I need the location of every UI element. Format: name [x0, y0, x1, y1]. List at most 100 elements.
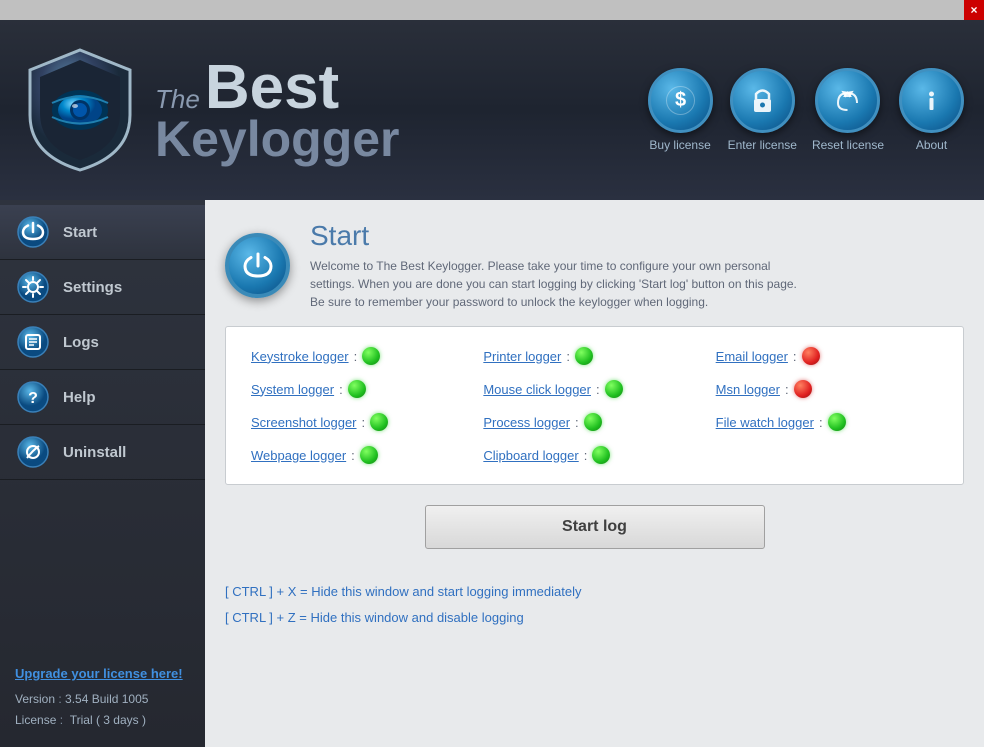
page-title-section: Start Welcome to The Best Keylogger. Ple…: [310, 220, 810, 311]
logger-rows: Keystroke logger : Printer logger : Emai…: [251, 347, 938, 464]
content-area: Start Welcome to The Best Keylogger. Ple…: [205, 200, 984, 747]
settings-nav-icon: [15, 269, 51, 305]
logs-nav-label: Logs: [63, 334, 99, 351]
shortcut-ctrl-x: [ CTRL ] + X = Hide this window and star…: [225, 579, 964, 605]
webpage-logger-link[interactable]: Webpage logger: [251, 448, 346, 463]
logs-nav-icon: [15, 324, 51, 360]
logs-icon: [17, 326, 49, 358]
version-info: Version : 3.54 Build 1005 License : Tria…: [15, 689, 190, 732]
settings-nav-label: Settings: [63, 279, 122, 296]
svg-text:?: ?: [28, 390, 38, 407]
buy-license-button[interactable]: $: [648, 68, 713, 133]
license-value: Trial ( 3 days ): [70, 713, 146, 727]
power-icon: [17, 216, 49, 248]
email-status: [802, 347, 820, 365]
uninstall-icon: [17, 436, 49, 468]
filewatch-logger-link[interactable]: File watch logger: [716, 415, 814, 430]
version-value: 3.54 Build 1005: [65, 692, 148, 706]
help-icon: ?: [17, 381, 49, 413]
printer-logger-link[interactable]: Printer logger: [483, 349, 561, 364]
reset-license-group: Reset license: [812, 68, 884, 152]
system-logger-link[interactable]: System logger: [251, 382, 334, 397]
system-status: [348, 380, 366, 398]
buy-license-label: Buy license: [649, 138, 710, 152]
dollar-icon: $: [663, 83, 698, 118]
keystroke-status: [362, 347, 380, 365]
page-description: Welcome to The Best Keylogger. Please ta…: [310, 257, 810, 311]
info-icon: [914, 83, 949, 118]
uninstall-nav-label: Uninstall: [63, 444, 126, 461]
reset-license-button[interactable]: [815, 68, 880, 133]
logger-item-mouseclick: Mouse click logger :: [483, 380, 705, 398]
mouseclick-logger-link[interactable]: Mouse click logger: [483, 382, 591, 397]
shortcut-ctrl-z: [ CTRL ] + Z = Hide this window and disa…: [225, 605, 964, 631]
header: The Best Keylogger $ Buy license: [0, 20, 984, 200]
settings-icon: [17, 271, 49, 303]
about-button[interactable]: [899, 68, 964, 133]
uninstall-nav-icon: [15, 434, 51, 470]
screenshot-status: [370, 413, 388, 431]
sidebar-item-help[interactable]: ? Help: [0, 370, 205, 425]
webpage-status: [360, 446, 378, 464]
sidebar: Start: [0, 200, 205, 747]
sidebar-item-uninstall[interactable]: Uninstall: [0, 425, 205, 480]
msn-status: [794, 380, 812, 398]
logger-item-printer: Printer logger :: [483, 347, 705, 365]
help-nav-icon: ?: [15, 379, 51, 415]
logger-item-msn: Msn logger :: [716, 380, 938, 398]
shortcuts: [ CTRL ] + X = Hide this window and star…: [225, 569, 964, 641]
process-logger-link[interactable]: Process logger: [483, 415, 570, 430]
version-label: Version: [15, 692, 55, 706]
sidebar-item-settings[interactable]: Settings: [0, 260, 205, 315]
page-header: Start Welcome to The Best Keylogger. Ple…: [225, 220, 964, 311]
app-title: The Best Keylogger: [155, 57, 400, 164]
help-nav-label: Help: [63, 389, 96, 406]
title-keylogger: Keylogger: [155, 114, 400, 164]
header-buttons: $ Buy license Enter license: [648, 68, 964, 152]
printer-status: [575, 347, 593, 365]
app-logo: [20, 45, 140, 175]
logger-item-clipboard: Clipboard logger :: [483, 446, 705, 464]
filewatch-status: [828, 413, 846, 431]
close-button[interactable]: ×: [964, 0, 984, 20]
logo-area: The Best Keylogger: [20, 45, 400, 175]
sidebar-item-logs[interactable]: Logs: [0, 315, 205, 370]
lock-icon: [745, 83, 780, 118]
start-log-button[interactable]: Start log: [425, 505, 765, 549]
logger-item-screenshot: Screenshot logger :: [251, 413, 473, 431]
email-logger-link[interactable]: Email logger: [716, 349, 788, 364]
about-label: About: [916, 138, 947, 152]
title-the: The: [155, 86, 200, 112]
enter-license-label: Enter license: [728, 138, 797, 152]
reset-license-label: Reset license: [812, 138, 884, 152]
license-label: License: [15, 713, 56, 727]
logger-item-system: System logger :: [251, 380, 473, 398]
logger-item-process: Process logger :: [483, 413, 705, 431]
msn-logger-link[interactable]: Msn logger: [716, 382, 780, 397]
mouseclick-status: [605, 380, 623, 398]
page-power-icon: [225, 233, 290, 298]
about-group: About: [899, 68, 964, 152]
screenshot-logger-link[interactable]: Screenshot logger: [251, 415, 357, 430]
enter-license-button[interactable]: [730, 68, 795, 133]
page-title: Start: [310, 220, 810, 252]
enter-license-group: Enter license: [728, 68, 797, 152]
title-best: Best: [205, 57, 339, 119]
keystroke-logger-link[interactable]: Keystroke logger: [251, 349, 349, 364]
logger-item-keystroke: Keystroke logger :: [251, 347, 473, 365]
logger-grid: Keystroke logger : Printer logger : Emai…: [225, 326, 964, 485]
power-icon-large: [238, 246, 278, 286]
upgrade-link[interactable]: Upgrade your license here!: [15, 666, 190, 681]
process-status: [584, 413, 602, 431]
start-nav-label: Start: [63, 224, 97, 241]
svg-text:$: $: [675, 89, 686, 111]
recycle-icon: [830, 83, 865, 118]
sidebar-item-start[interactable]: Start: [0, 205, 205, 260]
logger-item-webpage: Webpage logger :: [251, 446, 473, 464]
logger-item-filewatch: File watch logger :: [716, 413, 938, 431]
main-layout: Start: [0, 200, 984, 747]
main-window: ×: [0, 0, 984, 747]
title-bar: ×: [0, 0, 984, 20]
clipboard-logger-link[interactable]: Clipboard logger: [483, 448, 578, 463]
clipboard-status: [592, 446, 610, 464]
